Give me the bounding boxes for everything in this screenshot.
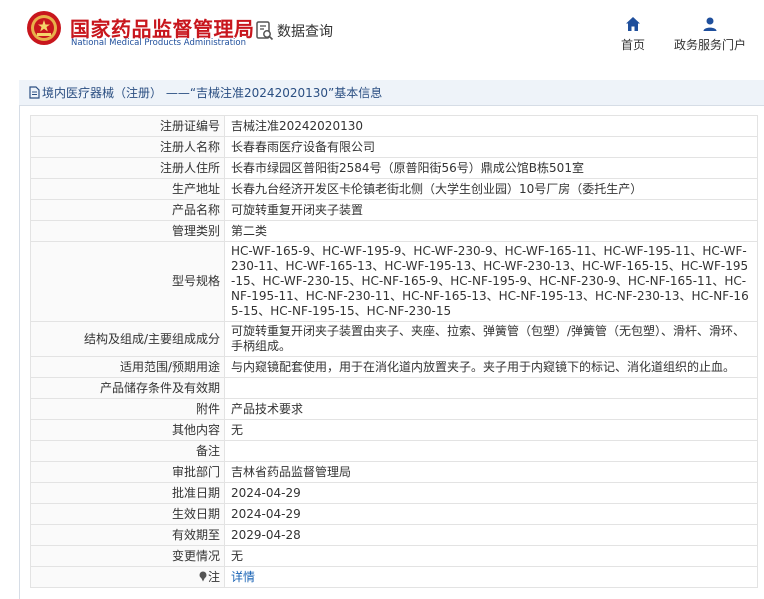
data-query-link[interactable]: 数据查询 (256, 21, 333, 41)
table-row: 生产地址 长春九台经济开发区卡伦镇老街北侧（大学生创业园）10号厂房（委托生产） (30, 178, 758, 200)
table-row: 注册人名称 长春春雨医疗设备有限公司 (30, 136, 758, 158)
table-row: 管理类别 第二类 (30, 220, 758, 242)
home-icon (626, 17, 640, 31)
field-label: 适用范围/预期用途 (30, 356, 225, 378)
registration-info-table: 注册证编号 吉械注准20242020130 注册人名称 长春春雨医疗设备有限公司 注册人… (30, 115, 758, 588)
data-query-label: 数据查询 (277, 24, 333, 40)
field-value: 长春春雨医疗设备有限公司 (224, 136, 758, 158)
field-label: 生产地址 (30, 178, 225, 200)
field-value: 2029-04-28 (224, 524, 758, 546)
field-value: 吉林省药品监督管理局 (224, 461, 758, 483)
field-label-text: 注 (207, 569, 220, 584)
nav-home-label: 首页 (620, 38, 645, 52)
field-value: 吉械注准20242020130 (224, 115, 758, 137)
field-label: 注册证编号 (30, 115, 225, 137)
breadcrumb-title: 境内医疗器械（注册） ——“吉械注准20242020130”基本信息 (19, 80, 764, 106)
details-link[interactable]: 详情 (231, 570, 255, 584)
table-row: 结构及组成/主要组成成分 可旋转重复开闭夹子装置由夹子、夹座、拉索、弹簧管（包塑）… (30, 321, 758, 357)
field-label: 审批部门 (30, 461, 225, 483)
nav-gov-label: 政务服务门户 (673, 38, 746, 52)
field-value: HC-WF-165-9、HC-WF-195-9、HC-WF-230-9、HC-W… (224, 241, 758, 322)
site-subtitle: National Medical Products Administration (71, 38, 246, 48)
table-row: 产品储存条件及有效期 (30, 377, 758, 399)
table-row: 适用范围/预期用途 与内窥镜配套使用，用于在消化道内放置夹子。夹子用于内窥镜下的标… (30, 356, 758, 378)
field-value: 产品技术要求 (224, 398, 758, 420)
field-label: 产品储存条件及有效期 (30, 377, 225, 399)
nav-home[interactable]: 首页 (614, 16, 652, 53)
field-label: 变更情况 (30, 545, 225, 567)
field-value: 详情 (224, 566, 758, 588)
field-label: 结构及组成/主要组成成分 (30, 321, 225, 357)
field-value (224, 440, 758, 462)
field-label: 有效期至 (30, 524, 225, 546)
field-value: 可旋转重复开闭夹子装置 (224, 199, 758, 221)
field-label: 注册人名称 (30, 136, 225, 158)
field-value: 2024-04-29 (224, 482, 758, 504)
field-label: 注 (30, 566, 225, 588)
table-row: 审批部门 吉林省药品监督管理局 (30, 461, 758, 483)
search-document-icon (256, 21, 274, 41)
field-value (224, 377, 758, 399)
table-row: 其他内容无 (30, 419, 758, 441)
national-emblem-icon (27, 11, 61, 45)
table-row: 附件 产品技术要求 (30, 398, 758, 420)
field-label: 产品名称 (30, 199, 225, 221)
table-row: 变更情况无 (30, 545, 758, 567)
nav-gov-portal[interactable]: 政务服务门户 (670, 16, 750, 53)
table-row: 注册证编号 吉械注准20242020130 (30, 115, 758, 137)
document-icon (29, 86, 40, 99)
field-label: 型号规格 (30, 241, 225, 322)
table-row: 备注 (30, 440, 758, 462)
record-title: 境内医疗器械（注册） ——“吉械注准20242020130”基本信息 (42, 86, 383, 100)
field-value: 可旋转重复开闭夹子装置由夹子、夹座、拉索、弹簧管（包塑）/弹簧管（无包塑）、滑杆… (224, 321, 758, 357)
table-row: 有效期至 2029-04-28 (30, 524, 758, 546)
field-value: 无 (224, 545, 758, 567)
table-row: 型号规格 HC-WF-165-9、HC-WF-195-9、HC-WF-230-9、… (30, 241, 758, 322)
table-row: 注详情 (30, 566, 758, 588)
field-label: 管理类别 (30, 220, 225, 242)
user-icon (703, 17, 717, 31)
field-label: 批准日期 (30, 482, 225, 504)
table-row: 批准日期 2024-04-29 (30, 482, 758, 504)
table-row: 生效日期 2024-04-29 (30, 503, 758, 525)
field-label: 生效日期 (30, 503, 225, 525)
table-row: 产品名称 可旋转重复开闭夹子装置 (30, 199, 758, 221)
field-value: 2024-04-29 (224, 503, 758, 525)
field-value: 第二类 (224, 220, 758, 242)
field-label: 注册人住所 (30, 157, 225, 179)
table-row: 注册人住所 长春市绿园区普阳街2584号（原普阳街56号）鼎成公馆B栋501室 (30, 157, 758, 179)
field-label: 备注 (30, 440, 225, 462)
field-label: 附件 (30, 398, 225, 420)
field-value: 与内窥镜配套使用，用于在消化道内放置夹子。夹子用于内窥镜下的标记、消化道组织的止… (224, 356, 758, 378)
pin-icon (199, 571, 207, 581)
field-value: 长春九台经济开发区卡伦镇老街北侧（大学生创业园）10号厂房（委托生产） (224, 178, 758, 200)
site-header: 国家药品监督管理局 National Medical Products Admi… (0, 0, 764, 67)
field-value: 无 (224, 419, 758, 441)
field-label: 其他内容 (30, 419, 225, 441)
field-value: 长春市绿园区普阳街2584号（原普阳街56号）鼎成公馆B栋501室 (224, 157, 758, 179)
